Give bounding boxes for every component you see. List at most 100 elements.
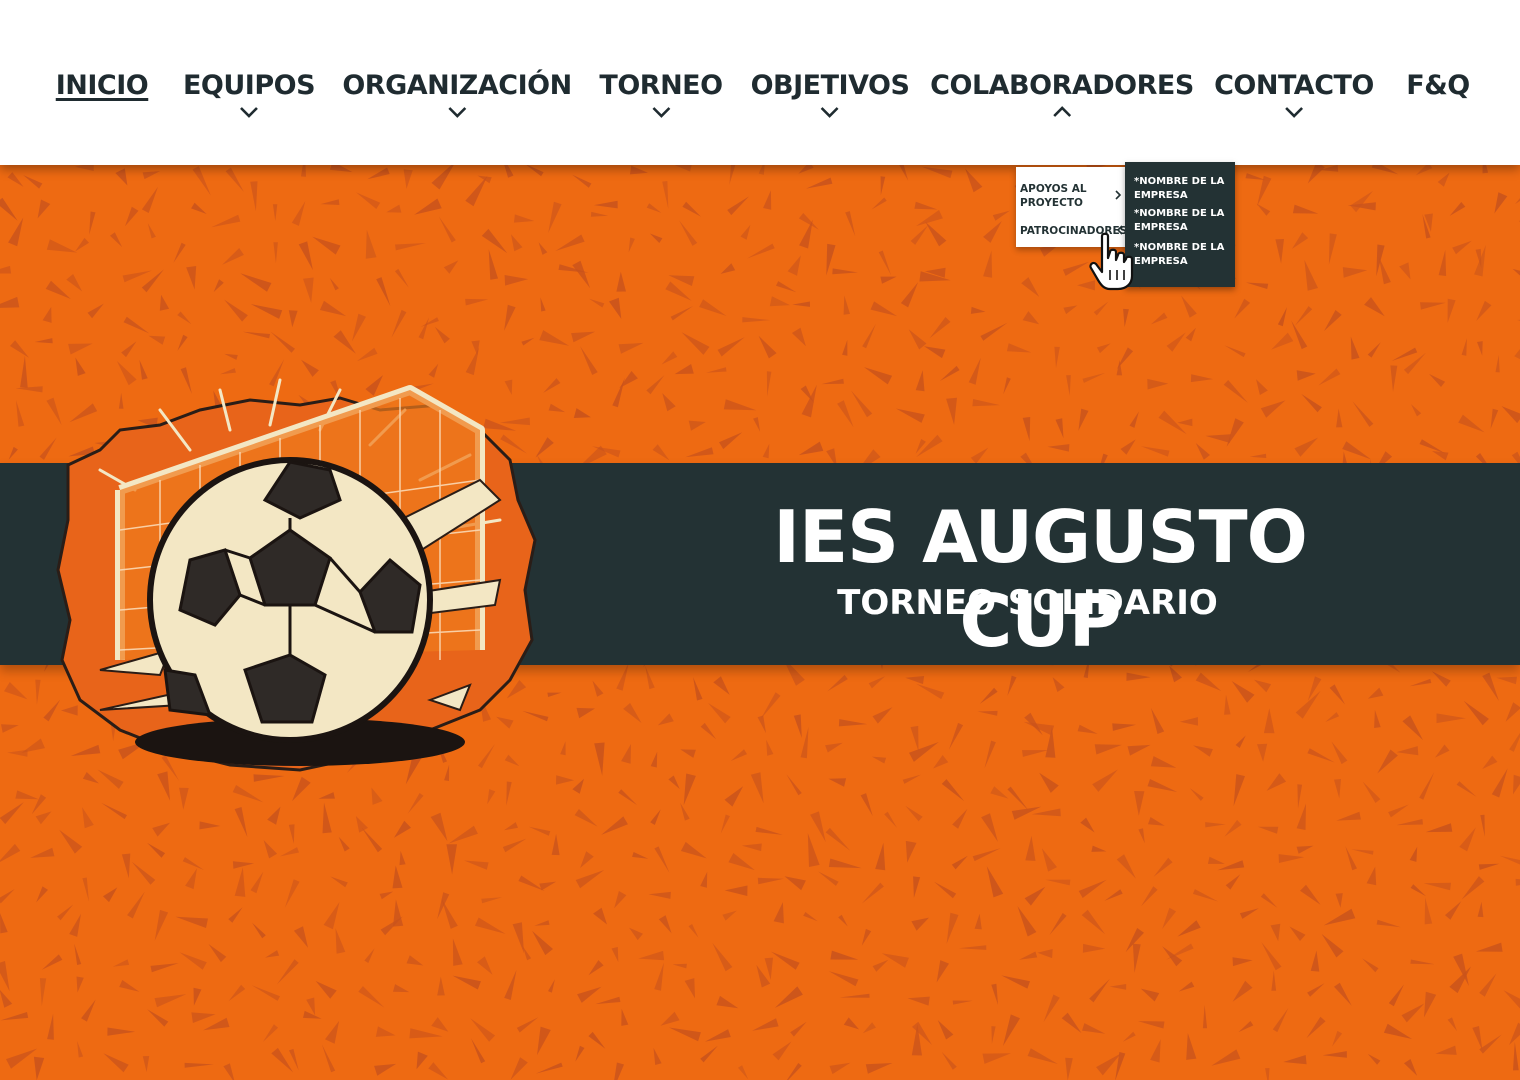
pattern-shard [1367,342,1381,358]
nav-item-label: INICIO [55,70,149,101]
pattern-shard [601,816,628,835]
pattern-shard [981,813,998,842]
chevron-down-icon[interactable] [446,105,468,119]
pattern-shard [924,346,946,359]
pattern-shard [742,317,771,323]
pattern-shard [394,820,411,838]
pattern-shard [575,870,605,889]
pattern-shard [1461,338,1467,356]
pattern-shard [1390,365,1398,392]
pattern-shard [276,959,299,985]
pattern-shard [68,343,93,355]
nav-item-organizacion[interactable]: ORGANIZACIÓN [342,70,572,130]
pattern-shard [1512,268,1520,276]
pattern-shard [1224,819,1242,837]
pattern-shard [937,1020,954,1040]
pattern-shard [481,897,503,904]
pattern-shard [810,811,826,842]
chevron-up-icon[interactable] [1051,105,1073,119]
pattern-shard [318,792,335,799]
pattern-shard [983,250,993,278]
pattern-shard [800,726,809,759]
pattern-shard [839,993,870,998]
pattern-shard [1137,1021,1165,1029]
pattern-shard [1065,1057,1073,1080]
nav-item-torneo[interactable]: TORNEO [599,70,723,130]
pattern-shard [223,1063,235,1080]
pattern-shard [1094,744,1122,755]
pattern-shard [657,713,674,726]
pattern-shard [1399,262,1411,280]
pattern-shard [1207,856,1225,864]
pattern-shard [74,943,82,965]
pattern-shard [20,355,28,388]
pattern-shard [1257,743,1268,762]
pattern-shard [250,871,264,894]
sponsor-item[interactable]: *NOMBRE DE LA EMPRESA [1134,207,1234,235]
pattern-shard [6,1048,38,1069]
pattern-shard [729,165,736,185]
pattern-shard [688,924,699,938]
pattern-shard [1001,975,1030,989]
pattern-shard [915,370,925,392]
pattern-shard [1140,988,1160,1002]
sponsor-item[interactable]: *NOMBRE DE LA EMPRESA [1134,175,1234,203]
chevron-down-icon[interactable] [1283,105,1305,119]
chevron-down-icon[interactable] [238,105,260,119]
pattern-shard [1129,411,1139,428]
pattern-shard [113,959,130,967]
pattern-shard [916,210,943,227]
nav-item-fq[interactable]: F&Q [1406,70,1470,130]
pattern-shard [572,778,584,794]
pattern-shard [356,192,381,209]
pattern-shard [555,234,585,251]
nav-item-objetivos[interactable]: OBJETIVOS [751,70,910,130]
pattern-shard [41,954,63,970]
pattern-shard [668,775,680,789]
pattern-shard [1271,970,1277,991]
pattern-shard [1045,879,1071,886]
pattern-shard [899,165,909,181]
nav-item-equipos[interactable]: EQUIPOS [183,70,316,130]
pattern-shard [713,676,730,695]
pattern-shard [983,221,1002,243]
chevron-right-icon[interactable] [1114,189,1122,201]
pattern-shard [1301,394,1322,413]
pattern-shard [1336,811,1361,821]
nav-item-contacto[interactable]: CONTACTO [1214,70,1374,130]
pattern-shard [1195,672,1222,691]
pattern-shard [681,332,710,355]
pattern-shard [142,171,160,180]
nav-item-colaboradores[interactable]: COLABORADORES [930,70,1194,130]
pattern-shard [15,386,43,393]
chevron-down-icon[interactable] [819,105,841,119]
pattern-shard [1186,1033,1197,1060]
sponsor-item[interactable]: *NOMBRE DE LA EMPRESA [1134,241,1234,269]
pattern-shard [1271,332,1294,350]
pattern-shard [1132,943,1141,973]
pattern-shard [1178,981,1195,992]
pattern-shard [1,724,19,733]
nav-item-inicio[interactable]: INICIO [56,70,149,130]
pattern-shard [1238,1021,1254,1033]
pattern-shard [612,377,625,408]
pattern-shard [1123,308,1129,328]
pattern-shard [1472,1026,1483,1051]
dropdown-item-apoyos[interactable]: APOYOS AL PROYECTO [1020,182,1087,210]
pattern-shard [1077,724,1098,734]
pattern-shard [177,334,188,351]
pattern-shard [941,1052,957,1070]
pattern-shard [1396,746,1419,756]
pattern-shard [1296,845,1314,854]
pattern-shard [502,838,527,853]
pattern-shard [0,843,21,862]
pattern-shard [588,960,604,976]
pattern-shard [379,891,394,900]
pattern-shard [504,275,529,286]
pattern-shard [504,165,514,178]
chevron-down-icon[interactable] [650,105,672,119]
pattern-shard [1089,978,1110,1003]
pattern-shard [990,786,1009,799]
pattern-shard [1447,1017,1457,1032]
pattern-shard [1017,906,1037,937]
